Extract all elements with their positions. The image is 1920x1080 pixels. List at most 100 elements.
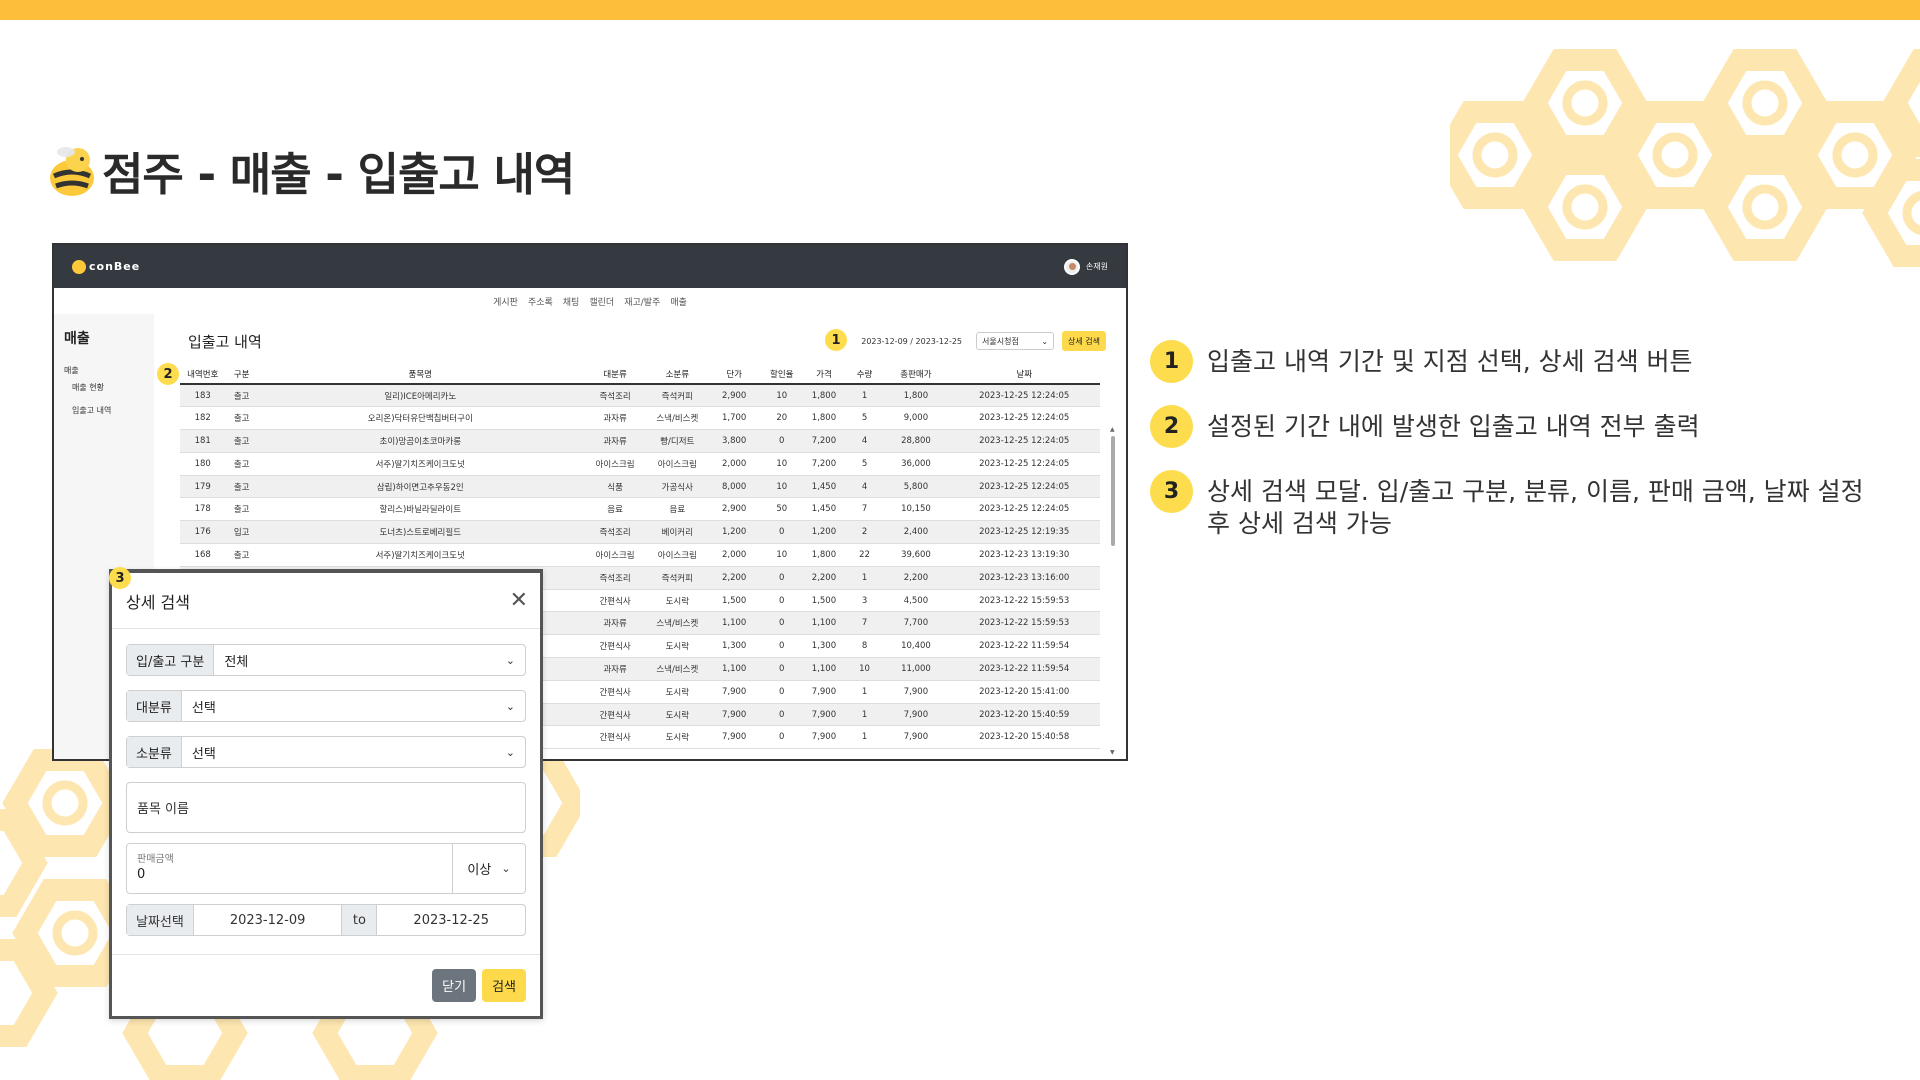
table-cell: 음료: [582, 497, 648, 522]
table-cell: 1,800: [802, 384, 846, 408]
honeycomb-decoration-top-right: [1450, 49, 1920, 267]
table-cell: 4: [845, 429, 884, 453]
nav-item-inventory[interactable]: 재고/발주: [624, 295, 660, 308]
user-profile[interactable]: 손재원: [1063, 258, 1108, 275]
table-row[interactable]: 182 출고 오리온)닥터유단백칩버터구이 과자류 스낵/비스켓 1,700 20 1,800…: [180, 406, 1100, 431]
item-name-input[interactable]: 품목 이름: [126, 782, 526, 833]
table-cell: 2,200: [883, 566, 949, 590]
table-cell: 181: [180, 429, 226, 453]
nav-item-board[interactable]: 게시판: [493, 295, 518, 308]
table-cell: 간편식사: [582, 634, 648, 659]
table-cell: 4: [845, 475, 884, 499]
table-cell: 0: [761, 429, 803, 453]
table-cell: 1,300: [707, 634, 762, 659]
table-cell: 오리온)닥터유단백칩버터구이: [257, 406, 583, 431]
scroll-thumb[interactable]: [1111, 436, 1115, 546]
table-cell: 9,000: [883, 406, 949, 431]
search-button[interactable]: 검색: [482, 969, 526, 1002]
table-cell: 0: [761, 703, 803, 727]
table-cell: 아이스크림: [647, 452, 708, 476]
table-cell: 2023-12-25 12:24:05: [948, 406, 1100, 431]
sidebar-item-sales-status[interactable]: 매출 현황: [72, 382, 144, 393]
table-cell: 7,200: [802, 429, 846, 453]
table-row[interactable]: 181 출고 초이)망곰이초코마카롱 과자류 빵/디저트 3,800 0 7,200 4 28,8…: [180, 429, 1100, 453]
branch-select[interactable]: 서울시청점 ⌄: [976, 332, 1055, 350]
table-cell: 1,300: [802, 634, 846, 659]
top-accent-bar: [0, 0, 1920, 20]
table-cell: 1,100: [707, 657, 762, 681]
sidebar-item-inout-history[interactable]: 입출고 내역: [72, 405, 144, 416]
table-cell: 5: [845, 406, 884, 431]
col-header: 구분: [225, 364, 258, 385]
minor-category-value-wrap: 선택 ⌄: [182, 737, 525, 767]
table-cell: 7,900: [802, 703, 846, 727]
detail-search-modal: 3 상세 검색 ✕ 입/출고 구분 전체 ⌄ 대분류 선택 ⌄ 소분류 선택 ⌄: [109, 567, 543, 1019]
nav-item-sales[interactable]: 매출: [670, 295, 687, 308]
close-icon[interactable]: ✕: [510, 589, 528, 612]
table-cell: 11,000: [883, 657, 949, 681]
table-cell: 1,100: [802, 657, 846, 681]
nav-item-contacts[interactable]: 주소록: [528, 295, 553, 308]
table-cell: 2023-12-25 12:24:05: [948, 497, 1100, 522]
annotation-item: 2 설정된 기간 내에 발생한 입출고 내역 전부 출력: [1150, 405, 1890, 448]
brand-logo[interactable]: conBee: [72, 259, 141, 274]
table-cell: 179: [180, 475, 226, 499]
minor-category-select[interactable]: 소분류 선택 ⌄: [126, 736, 526, 768]
table-cell: 0: [761, 725, 803, 750]
table-cell: 2,000: [707, 452, 762, 476]
table-cell: 스낵/비스켓: [647, 611, 708, 636]
table-cell: 0: [761, 520, 803, 545]
scroll-down-icon[interactable]: ▼: [1110, 749, 1115, 756]
table-cell: 1,200: [802, 520, 846, 545]
table-cell: 2023-12-25 12:19:35: [948, 520, 1100, 545]
table-cell: 10: [845, 657, 884, 681]
major-category-select[interactable]: 대분류 선택 ⌄: [126, 690, 526, 722]
table-cell: 1,500: [802, 589, 846, 613]
col-header: 수량: [845, 364, 884, 385]
brand-name: conBee: [89, 260, 141, 273]
table-cell: 28,800: [883, 429, 949, 453]
scroll-up-icon[interactable]: ▲: [1110, 426, 1115, 433]
table-row[interactable]: 179 출고 삼립)하이면고추우동2인 식품 가공식사 8,000 10 1,450 4 5,80…: [180, 475, 1100, 499]
table-scrollbar[interactable]: ▲ ▼: [1110, 426, 1116, 756]
callout-badge-2: 2: [157, 363, 179, 385]
table-cell: 0: [761, 589, 803, 613]
branch-select-value: 서울시청점: [982, 336, 1019, 346]
major-category-value: 선택: [191, 700, 216, 716]
user-name: 손재원: [1085, 262, 1108, 271]
table-cell: 180: [180, 452, 226, 476]
table-cell: 7: [845, 611, 884, 636]
table-cell: 도시락: [647, 589, 708, 613]
date-label: 날짜선택: [127, 905, 194, 935]
annotation-text: 입출고 내역 기간 및 지점 선택, 상세 검색 버튼: [1207, 347, 1693, 376]
date-range-picker[interactable]: 2023-12-09 / 2023-12-25: [855, 337, 968, 346]
table-cell: 1,800: [883, 384, 949, 408]
table-cell: 2023-12-25 12:24:05: [948, 475, 1100, 499]
table-cell: 2023-12-25 12:24:05: [948, 384, 1100, 408]
table-row[interactable]: 183 출고 일리)ICE아메리카노 즉석조리 즉석커피 2,900 10 1,800 1 1,8…: [180, 384, 1100, 408]
inout-type-select[interactable]: 입/출고 구분 전체 ⌄: [126, 644, 526, 676]
nav-item-calendar[interactable]: 캘린더: [589, 295, 614, 308]
table-row[interactable]: 176 입고 도너츠)스트로베리필드 즉석조리 베이커리 1,200 0 1,200 2 2,40…: [180, 520, 1100, 545]
nav-item-chat[interactable]: 채팅: [563, 295, 580, 308]
table-cell: 간편식사: [582, 725, 648, 750]
table-cell: 즉석커피: [647, 566, 708, 590]
table-cell: 삼립)하이면고추우동2인: [257, 475, 583, 499]
date-to-input[interactable]: 2023-12-25: [377, 905, 525, 935]
table-cell: 가공식사: [647, 475, 708, 499]
table-cell: 1,800: [802, 406, 846, 431]
price-condition-select[interactable]: 이상 ⌄: [453, 844, 525, 893]
table-row[interactable]: 178 출고 할리스)바닐라딜라이트 음료 음료 2,900 50 1,450 7 10,150 2…: [180, 497, 1100, 522]
table-cell: 10: [761, 543, 803, 567]
table-cell: 1,100: [707, 611, 762, 636]
close-button[interactable]: 닫기: [432, 969, 477, 1002]
col-header: 단가: [707, 364, 762, 385]
table-cell: 입고: [225, 520, 258, 545]
table-cell: 1: [845, 725, 884, 750]
table-cell: 간편식사: [582, 589, 648, 613]
detail-search-button[interactable]: 상세 검색: [1062, 331, 1106, 351]
table-row[interactable]: 168 출고 서주)딸기치즈케이크도넛 아이스크림 아이스크림 2,000 10 1,800 2…: [180, 543, 1100, 567]
table-row[interactable]: 180 출고 서주)딸기치즈케이크도넛 아이스크림 아이스크림 2,000 10 7,200 5…: [180, 452, 1100, 476]
price-input[interactable]: 판매금액 0: [127, 844, 453, 893]
date-from-input[interactable]: 2023-12-09: [194, 905, 342, 935]
